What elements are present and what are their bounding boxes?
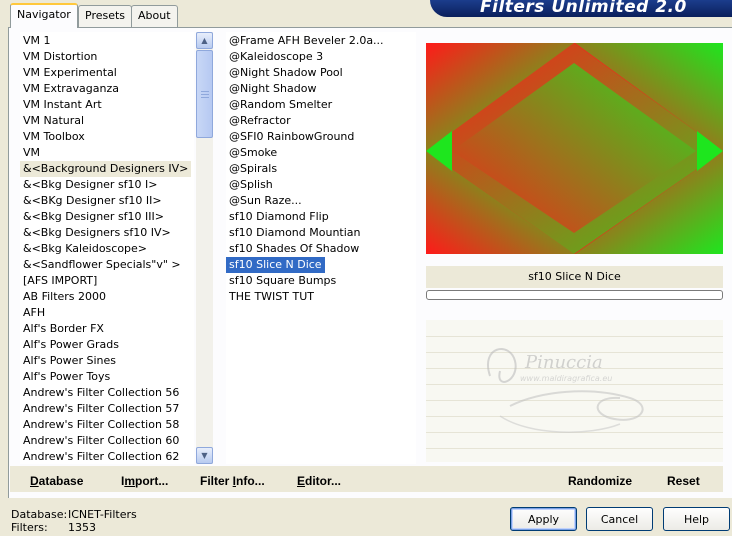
category-item[interactable]: Andrew's Filter Collection 62	[20, 449, 182, 464]
chevron-down-icon: ▼	[201, 451, 208, 460]
watermark-site: www.maldiragrafica.eu	[520, 374, 612, 383]
category-list[interactable]: VM 1 VM Distortion VM Experimental VM Extra…	[20, 32, 194, 464]
preview-image	[426, 43, 723, 254]
category-item[interactable]: Alf's Power Sines	[20, 353, 119, 369]
category-item[interactable]: &<Bkg Kaleidoscope>	[20, 241, 150, 257]
category-item[interactable]: &<Background Designers IV>	[20, 161, 192, 177]
category-item[interactable]: VM Natural	[20, 113, 87, 129]
tab-navigator[interactable]: Navigator	[10, 3, 78, 28]
watermark-name: Pinuccia	[524, 352, 603, 373]
filter-item[interactable]: sf10 Slice N Dice	[226, 257, 325, 273]
filters-count-value: 1353	[68, 521, 96, 534]
watermark-logo: Pinuccia www.maldiragrafica.eu	[487, 348, 644, 433]
filters-count-label: Filters:	[11, 521, 48, 534]
selected-filter-label: sf10 Slice N Dice	[426, 266, 723, 288]
apply-button[interactable]: Apply	[510, 507, 577, 531]
category-item[interactable]: &<Bkg Designer sf10 I>	[20, 177, 161, 193]
category-item[interactable]: &<BKg Designer sf10 II>	[20, 193, 165, 209]
scroll-up-button[interactable]: ▲	[196, 32, 213, 49]
category-item[interactable]: &<Bkg Designer sf10 III>	[20, 209, 167, 225]
category-item[interactable]: Andrew's Filter Collection 60	[20, 433, 182, 449]
filter-item[interactable]: sf10 Diamond Flip	[226, 209, 332, 225]
import-button[interactable]: Import...	[121, 474, 168, 488]
scroll-thumb[interactable]	[196, 50, 213, 138]
title-banner: Filters Unlimited 2.0	[430, 0, 732, 17]
category-item[interactable]: [AFS IMPORT]	[20, 273, 100, 289]
filter-item[interactable]: @Kaleidoscope 3	[226, 49, 326, 65]
filter-item[interactable]: @Random Smelter	[226, 97, 335, 113]
database-status-label: Database:	[11, 508, 68, 521]
filter-item[interactable]: sf10 Diamond Mountian	[226, 225, 364, 241]
category-item[interactable]: VM Experimental	[20, 65, 120, 81]
grip-line	[201, 97, 209, 98]
category-item[interactable]: VM Instant Art	[20, 97, 105, 113]
database-button[interactable]: Database	[30, 474, 83, 488]
category-scrollbar[interactable]: ▲ ▼	[196, 32, 213, 464]
filter-item[interactable]: THE TWIST TUT	[226, 289, 317, 305]
filter-item[interactable]: sf10 Shades Of Shadow	[226, 241, 362, 257]
param-row-line	[426, 448, 723, 449]
filter-item[interactable]: @Spirals	[226, 161, 280, 177]
grip-line	[201, 91, 209, 92]
filter-item[interactable]: @Splish	[226, 177, 276, 193]
progress-bar	[426, 290, 723, 300]
category-item[interactable]: &<Sandflower Specials"v" >	[20, 257, 184, 273]
category-item[interactable]: VM Extravaganza	[20, 81, 122, 97]
cancel-button[interactable]: Cancel	[586, 507, 653, 531]
filter-item[interactable]: @Refractor	[226, 113, 294, 129]
category-item[interactable]: AB Filters 2000	[20, 289, 109, 305]
filter-item[interactable]: sf10 Square Bumps	[226, 273, 339, 289]
category-item[interactable]: AFH	[20, 305, 48, 321]
grip-line	[201, 94, 209, 95]
category-item[interactable]: VM 1	[20, 33, 54, 49]
chevron-up-icon: ▲	[201, 36, 208, 45]
category-item[interactable]: Andrew's Filter Collection 57	[20, 401, 182, 417]
category-item[interactable]: VM Toolbox	[20, 129, 88, 145]
category-item[interactable]: Alf's Power Grads	[20, 337, 122, 353]
database-status-value: ICNET-Filters	[68, 508, 137, 521]
randomize-button[interactable]: Randomize	[568, 474, 632, 488]
filter-item[interactable]: @Sun Raze...	[226, 193, 305, 209]
app-title: Filters Unlimited 2.0	[480, 0, 687, 17]
tab-presets[interactable]: Presets	[78, 5, 133, 27]
category-item[interactable]: VM Distortion	[20, 49, 100, 65]
filter-item[interactable]: @Smoke	[226, 145, 280, 161]
scroll-down-button[interactable]: ▼	[196, 447, 213, 464]
tab-about[interactable]: About	[131, 5, 178, 27]
filter-item[interactable]: @Frame AFH Beveler 2.0a...	[226, 33, 387, 49]
filter-list[interactable]: @Frame AFH Beveler 2.0a... @Kaleidoscope …	[226, 32, 416, 464]
filter-item[interactable]: @SFI0 RainbowGround	[226, 129, 357, 145]
help-button[interactable]: Help	[663, 507, 730, 531]
category-item[interactable]: VM	[20, 145, 43, 161]
filter-item[interactable]: @Night Shadow Pool	[226, 65, 346, 81]
category-item[interactable]: &<Bkg Designers sf10 IV>	[20, 225, 174, 241]
filter-info-button[interactable]: Filter Info...	[200, 474, 265, 488]
category-item[interactable]: Andrew's Filter Collection 56	[20, 385, 182, 401]
reset-button[interactable]: Reset	[667, 474, 700, 488]
category-item[interactable]: Andrew's Filter Collection 58	[20, 417, 182, 433]
editor-button[interactable]: Editor...	[297, 474, 341, 488]
filter-item[interactable]: @Night Shadow	[226, 81, 319, 97]
category-item[interactable]: Alf's Border FX	[20, 321, 107, 337]
category-item[interactable]: Alf's Power Toys	[20, 369, 113, 385]
